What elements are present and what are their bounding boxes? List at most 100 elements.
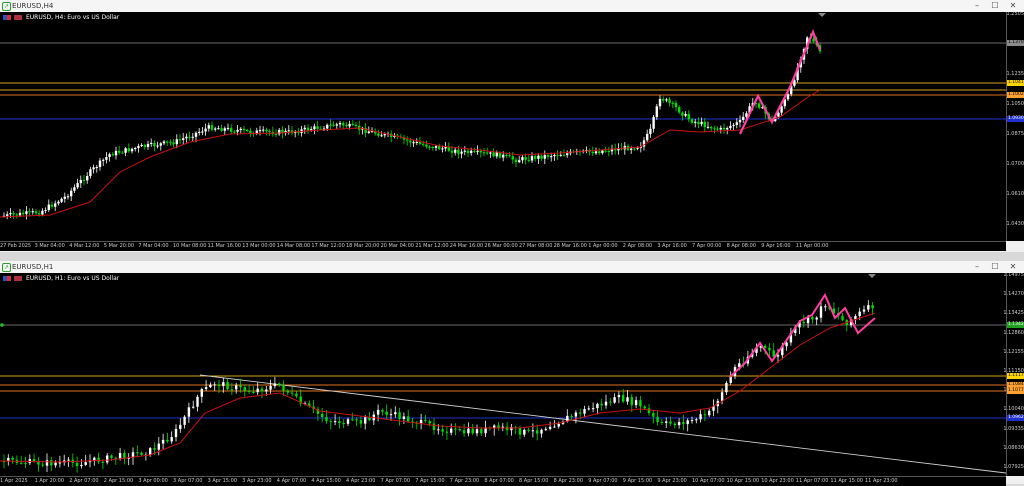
h1-price-scale[interactable]: 1.149751.142701.134251.128601.121551.111…	[1006, 273, 1024, 476]
minimize-button[interactable]: –	[970, 0, 984, 12]
h4-price-scale[interactable]: 1.25051.14101.12351.10501.08751.07001.06…	[1006, 12, 1024, 241]
candle-body	[240, 129, 242, 130]
candle-body	[508, 155, 510, 156]
candle-body	[661, 422, 663, 423]
candle-body	[446, 432, 448, 433]
candle-body	[76, 183, 78, 187]
h1-chart-window[interactable]: ↗ EURUSD,H1 – ☐ ✕ EURUSD, H1: Euro vs US…	[0, 261, 1024, 484]
candle-body	[106, 455, 108, 462]
candle-body	[183, 417, 185, 425]
candle-body	[467, 151, 469, 153]
candle-body	[332, 125, 334, 126]
candle-body	[695, 419, 697, 420]
candle-body	[57, 202, 59, 204]
candle-body	[459, 429, 461, 430]
h4-time-axis[interactable]: 27 Feb 20253 Mar 04:004 Mar 12:005 Mar 2…	[0, 241, 1006, 251]
candle-body	[348, 124, 350, 127]
candle-body	[355, 125, 357, 126]
candle-body	[407, 416, 409, 421]
candle-body	[287, 390, 289, 392]
candle-body	[512, 156, 514, 159]
candle-body	[144, 145, 146, 147]
candle-body	[540, 430, 542, 434]
candle-body	[386, 412, 388, 415]
time-axis-label: 7 Apr 23:00	[450, 478, 479, 484]
candle-body	[149, 448, 151, 455]
h4-plot-area[interactable]	[0, 12, 1006, 241]
candle-body	[422, 144, 424, 145]
h1-window-titlebar[interactable]: ↗ EURUSD,H1 – ☐ ✕	[0, 261, 1024, 273]
h4-window-titlebar[interactable]: ↗ EURUSD,H4 – ☐ ✕	[0, 0, 1024, 12]
time-axis-label: 4 Mar 12:00	[69, 243, 99, 249]
candle-body	[195, 133, 197, 137]
candle-body	[156, 146, 158, 147]
candle-body	[467, 429, 469, 434]
candle-body	[163, 141, 165, 143]
candle-body	[618, 395, 620, 397]
candle-body	[480, 151, 482, 152]
candle-body	[412, 142, 414, 143]
close-button[interactable]: ✕	[1006, 0, 1020, 12]
candle-body	[678, 422, 680, 425]
time-axis-label: 3 Apr 07:00	[173, 478, 202, 484]
candle-body	[729, 126, 731, 128]
price-scale-label: 1.09335	[1003, 426, 1024, 432]
time-axis-label: 2 Apr 15:00	[104, 478, 133, 484]
candle-body	[710, 127, 712, 128]
candle-body	[182, 138, 184, 140]
candle-body	[160, 143, 162, 145]
candle-body	[435, 146, 437, 148]
h4-price-chart[interactable]: EURUSD, H4: Euro vs US Dollar 1.25051.14…	[0, 12, 1024, 241]
candle-body	[524, 157, 526, 160]
price-scale-label: 1.12860	[1003, 330, 1024, 336]
candle-body	[720, 128, 722, 130]
candle-body	[588, 408, 590, 409]
candle-body	[672, 103, 674, 104]
candle-body	[824, 306, 826, 307]
h4-window-title: EURUSD,H4	[12, 0, 53, 12]
candle-body	[249, 131, 251, 133]
time-axis-label: 3 Apr 15:00	[208, 478, 237, 484]
time-axis-label: 11 Apr 07:00	[796, 478, 829, 484]
candle-body	[867, 305, 869, 309]
h1-symbol-info: EURUSD, H1: Euro vs US Dollar	[3, 275, 119, 282]
time-axis-label: 17 Mar 12:00	[311, 243, 344, 249]
maximize-button[interactable]: ☐	[988, 261, 1002, 273]
price-line-handle	[0, 323, 4, 327]
maximize-button[interactable]: ☐	[988, 0, 1002, 12]
candle-body	[450, 429, 452, 433]
candle-body	[85, 462, 87, 465]
candle-body	[532, 430, 534, 431]
price-level-tag: 1.11177	[1007, 373, 1024, 379]
candle-body	[76, 463, 78, 466]
candle-body	[464, 151, 466, 152]
candle-body	[527, 430, 529, 431]
time-axis-label: 11 Apr 15:00	[830, 478, 863, 484]
candle-body	[678, 107, 680, 112]
candle-body	[147, 144, 149, 147]
candle-body	[409, 141, 411, 143]
h1-time-axis[interactable]: 1 Apr 20251 Apr 20:002 Apr 07:002 Apr 15…	[0, 476, 1006, 486]
h4-chart-window[interactable]: ↗ EURUSD,H4 – ☐ ✕ EURUSD, H4: Euro vs US…	[0, 0, 1024, 252]
h1-price-chart[interactable]: EURUSD, H1: Euro vs US Dollar 1.149751.1…	[0, 273, 1024, 476]
candle-body	[54, 203, 56, 206]
close-button[interactable]: ✕	[1006, 261, 1020, 273]
minimize-button[interactable]: –	[970, 261, 984, 273]
candle-body	[67, 196, 69, 197]
candle-body	[652, 117, 654, 129]
candle-body	[691, 420, 693, 421]
candle-body	[347, 419, 349, 424]
candle-body	[492, 152, 494, 156]
candle-body	[668, 99, 670, 103]
candle-body	[725, 383, 727, 392]
candle-body	[325, 417, 327, 421]
candle-body	[424, 420, 426, 421]
candle-body	[631, 397, 633, 405]
candle-body	[460, 152, 462, 154]
candle-body	[652, 413, 654, 417]
candle-body	[429, 421, 431, 423]
shift-marker-icon	[868, 274, 876, 278]
candle-body	[553, 155, 555, 156]
time-axis-label: 3 Apr 16:00	[657, 243, 686, 249]
h1-plot-area[interactable]	[0, 273, 1006, 476]
